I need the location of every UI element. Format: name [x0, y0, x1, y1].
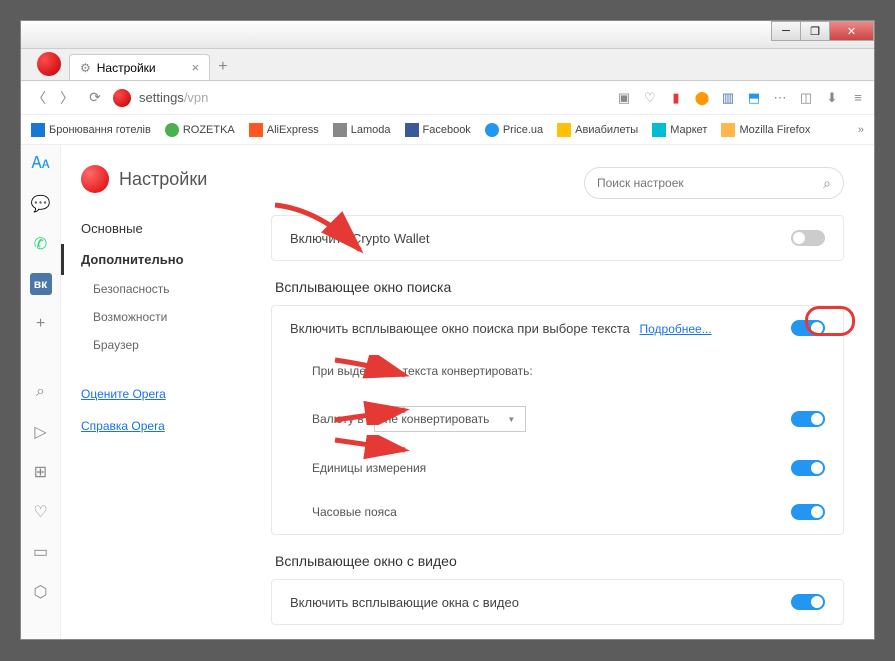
- tab-close-icon[interactable]: ×: [192, 60, 200, 75]
- timezones-label: Часовые пояса: [312, 505, 397, 519]
- reload-button[interactable]: ⟳: [85, 88, 105, 108]
- opera-logo-icon[interactable]: [37, 52, 61, 76]
- bookmark-aliexpress[interactable]: AliExpress: [249, 123, 319, 137]
- currency-dropdown[interactable]: не конвертировать: [374, 406, 527, 432]
- popup-search-enable-row: Включить всплывающее окно поиска при выб…: [272, 306, 843, 350]
- settings-nav: Настройки Основные Дополнительно Безопас…: [61, 145, 271, 639]
- learn-more-link[interactable]: Подробнее...: [639, 322, 711, 336]
- video-popup-row: Включить всплывающие окна с видео: [271, 579, 844, 625]
- timezones-toggle[interactable]: [791, 504, 825, 520]
- maximize-button[interactable]: ❐: [800, 21, 830, 41]
- video-section-title: Всплывающее окно с видео: [275, 553, 844, 569]
- video-label: Включить всплывающие окна с видео: [290, 595, 519, 610]
- nav-help-opera[interactable]: Справка Opera: [61, 413, 271, 439]
- nav-security[interactable]: Безопасность: [61, 275, 271, 303]
- titlebar: ─ ❐ ✕: [21, 21, 874, 49]
- convert-label: При выделении текста конвертировать:: [312, 364, 533, 378]
- bookmark-firefox[interactable]: Mozilla Firefox: [721, 123, 810, 137]
- currency-row: Валюту в не конвертировать: [272, 392, 843, 446]
- ext2-icon[interactable]: ⬤: [694, 90, 710, 106]
- vpn-icon[interactable]: ▣: [616, 90, 632, 106]
- browser-window: ─ ❐ ✕ ⚙ Настройки × + 〈 〉 ⟳ settings/vpn…: [20, 20, 875, 640]
- settings-content: ⌕ Включить Crypto Wallet Всплывающее окн…: [271, 145, 874, 639]
- main-panel: Настройки Основные Дополнительно Безопас…: [61, 145, 874, 639]
- units-row: Единицы измерения: [272, 446, 843, 490]
- bookmark-lamoda[interactable]: Lamoda: [333, 123, 391, 137]
- currency-label: Валюту в: [312, 412, 364, 426]
- bookmark-overflow-icon[interactable]: »: [858, 124, 864, 136]
- bookmark-flights[interactable]: Авиабилеты: [557, 123, 638, 137]
- messenger-icon[interactable]: 💬: [30, 193, 52, 215]
- send-icon[interactable]: ▷: [30, 421, 52, 443]
- translate-icon[interactable]: 🗛: [30, 153, 52, 175]
- bookmark-market[interactable]: Маркет: [652, 123, 707, 137]
- tab-settings[interactable]: ⚙ Настройки ×: [69, 54, 210, 80]
- popup-search-group: Включить всплывающее окно поиска при выб…: [271, 305, 844, 535]
- news-icon[interactable]: ▭: [30, 541, 52, 563]
- units-label: Единицы измерения: [312, 461, 426, 475]
- nav-advanced[interactable]: Дополнительно: [61, 244, 271, 275]
- popup-search-toggle[interactable]: [791, 320, 825, 336]
- left-sidebar: 🗛 💬 ✆ вк + ⌕ ▷ ⊞ ♡ ▭ ⬡: [21, 145, 61, 639]
- settings-search[interactable]: ⌕: [584, 167, 844, 199]
- camera-icon[interactable]: ◫: [798, 90, 814, 106]
- close-button[interactable]: ✕: [829, 21, 874, 41]
- bookmark-hotels[interactable]: Бронювання готелів: [31, 123, 151, 137]
- search-glass-icon: ⌕: [823, 175, 831, 192]
- popup-search-label: Включить всплывающее окно поиска при выб…: [290, 321, 630, 336]
- units-toggle[interactable]: [791, 460, 825, 476]
- popup-search-section-title: Всплывающее окно поиска: [275, 279, 844, 295]
- minimize-button[interactable]: ─: [771, 21, 801, 41]
- forward-button[interactable]: 〉: [57, 88, 77, 108]
- crypto-toggle[interactable]: [791, 230, 825, 246]
- convert-label-row: При выделении текста конвертировать:: [272, 350, 843, 392]
- download-icon[interactable]: ⬇: [824, 90, 840, 106]
- ext5-icon[interactable]: ⋯: [772, 90, 788, 106]
- url-display[interactable]: settings/vpn: [139, 90, 208, 105]
- bookmark-price[interactable]: Price.ua: [485, 123, 543, 137]
- favorite-icon[interactable]: ♡: [30, 501, 52, 523]
- video-toggle[interactable]: [791, 594, 825, 610]
- bookmarks-bar: Бронювання готелів ROZETKA AliExpress La…: [21, 115, 874, 145]
- address-bar: 〈 〉 ⟳ settings/vpn ▣ ♡ ▮ ⬤ ▥ ⬒ ⋯ ◫ ⬇ ≡: [21, 81, 874, 115]
- nav-basic[interactable]: Основные: [61, 213, 271, 244]
- apps-icon[interactable]: ⊞: [30, 461, 52, 483]
- opera-header-icon: [81, 165, 109, 193]
- toolbar-icons: ▣ ♡ ▮ ⬤ ▥ ⬒ ⋯ ◫ ⬇ ≡: [616, 90, 866, 106]
- opera-small-icon: [113, 89, 131, 107]
- add-icon[interactable]: +: [30, 313, 52, 335]
- gear-icon: ⚙: [80, 61, 91, 75]
- nav-features[interactable]: Возможности: [61, 303, 271, 331]
- ext4-icon[interactable]: ⬒: [746, 90, 762, 106]
- cube-icon[interactable]: ⬡: [30, 581, 52, 603]
- search-icon[interactable]: ⌕: [30, 381, 52, 403]
- heart-icon[interactable]: ♡: [642, 90, 658, 106]
- timezones-row: Часовые пояса: [272, 490, 843, 534]
- nav-rate-opera[interactable]: Оцените Opera: [61, 381, 271, 407]
- back-button[interactable]: 〈: [29, 88, 49, 108]
- menu-icon[interactable]: ≡: [850, 90, 866, 106]
- nav-browser[interactable]: Браузер: [61, 331, 271, 359]
- crypto-wallet-row: Включить Crypto Wallet: [271, 215, 844, 261]
- page-title: Настройки: [119, 169, 207, 190]
- tab-bar: ⚙ Настройки × +: [21, 49, 874, 81]
- currency-toggle[interactable]: [791, 411, 825, 427]
- tab-title: Настройки: [97, 61, 156, 75]
- ext3-icon[interactable]: ▥: [720, 90, 736, 106]
- whatsapp-icon[interactable]: ✆: [30, 233, 52, 255]
- settings-header: Настройки: [61, 165, 271, 213]
- bookmark-facebook[interactable]: Facebook: [405, 123, 471, 137]
- content-area: 🗛 💬 ✆ вк + ⌕ ▷ ⊞ ♡ ▭ ⬡ Настройки Основны…: [21, 145, 874, 639]
- window-controls: ─ ❐ ✕: [772, 21, 874, 41]
- bookmark-rozetka[interactable]: ROZETKA: [165, 123, 235, 137]
- new-tab-button[interactable]: +: [210, 54, 235, 80]
- crypto-label: Включить Crypto Wallet: [290, 231, 429, 246]
- search-input[interactable]: [597, 176, 823, 190]
- vk-icon[interactable]: вк: [30, 273, 52, 295]
- ext1-icon[interactable]: ▮: [668, 90, 684, 106]
